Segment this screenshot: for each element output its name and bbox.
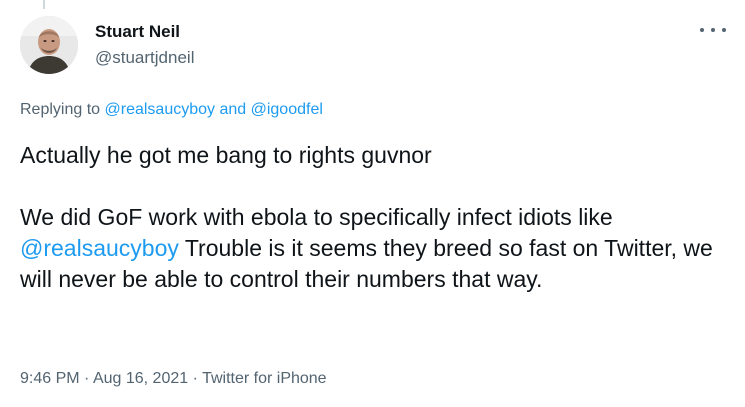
more-dot xyxy=(722,28,726,32)
reply-mention-igoodfel[interactable]: @igoodfel xyxy=(251,101,323,118)
more-dot xyxy=(700,28,704,32)
tweet-paragraph-2: We did GoF work with ebola to specifical… xyxy=(20,202,725,295)
profile-avatar[interactable] xyxy=(20,16,78,74)
meta-separator: · xyxy=(188,370,203,387)
thread-connector-line xyxy=(43,0,45,9)
replying-to-joiner: and xyxy=(215,101,251,118)
more-options-icon[interactable] xyxy=(700,22,726,38)
tweet-metadata: 9:46 PM · Aug 16, 2021 · Twitter for iPh… xyxy=(20,370,327,388)
tweet-time[interactable]: 9:46 PM xyxy=(20,370,80,387)
tweet-text-segment: We did GoF work with ebola to specifical… xyxy=(20,204,613,230)
tweet-source[interactable]: Twitter for iPhone xyxy=(202,370,327,387)
meta-separator: · xyxy=(79,370,93,387)
tweet-mention-realsaucyboy[interactable]: @realsaucyboy xyxy=(20,235,179,261)
tweet-paragraph-1: Actually he got me bang to rights guvnor xyxy=(20,142,432,168)
author-display-name[interactable]: Stuart Neil xyxy=(95,22,180,42)
avatar-image xyxy=(20,16,78,74)
tweet-date[interactable]: Aug 16, 2021 xyxy=(93,370,188,387)
replying-to-line: Replying to @realsaucyboy and @igoodfel xyxy=(20,101,323,119)
tweet-card: Stuart Neil @stuartjdneil Replying to @r… xyxy=(0,0,745,407)
author-handle[interactable]: @stuartjdneil xyxy=(95,48,194,68)
replying-to-label: Replying to xyxy=(20,101,105,118)
reply-mention-realsaucyboy[interactable]: @realsaucyboy xyxy=(105,101,216,118)
tweet-text: Actually he got me bang to rights guvnor… xyxy=(20,140,725,295)
more-dot xyxy=(711,28,715,32)
